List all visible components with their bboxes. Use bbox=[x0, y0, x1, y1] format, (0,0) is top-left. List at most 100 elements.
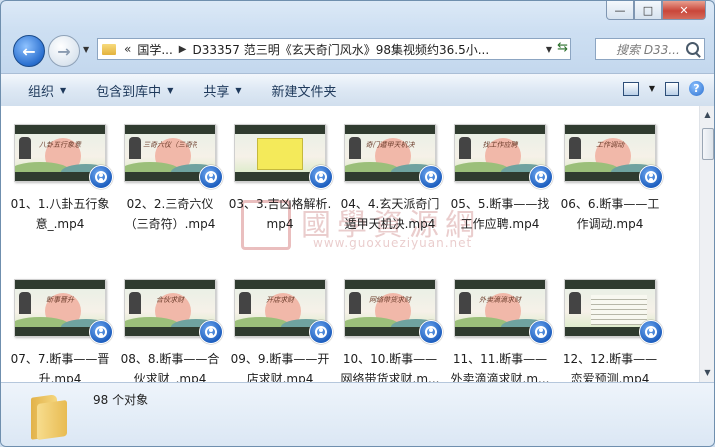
file-item[interactable]: 网络带货求财 10、10.断事——网络带货求财.m... bbox=[338, 279, 443, 382]
back-button[interactable]: ← bbox=[13, 35, 45, 67]
media-player-icon bbox=[639, 165, 663, 189]
file-item[interactable]: 八卦五行象意 01、1.八卦五行象意_.mp4 bbox=[8, 124, 113, 234]
search-icon[interactable] bbox=[686, 42, 699, 55]
close-button[interactable]: ✕ bbox=[662, 1, 706, 20]
forward-arrow-icon: → bbox=[57, 41, 71, 61]
folder-icon bbox=[102, 43, 116, 55]
file-item[interactable]: 03、3.吉凶格解析.mp4 bbox=[228, 124, 333, 234]
thumbnail-title: 三奇六仪（三奇符） bbox=[143, 141, 197, 149]
file-name: 06、6.断事——工作调动.mp4 bbox=[560, 197, 660, 231]
video-thumbnail: 找工作应聘 bbox=[454, 124, 553, 189]
address-bar[interactable]: « 国学... ▶ D33357 范三明《玄天奇门风水》98集视频约36.5小.… bbox=[97, 38, 571, 60]
file-item[interactable]: 12、12.断事——恋爱预测.mp4 bbox=[558, 279, 663, 382]
chevron-right-icon[interactable]: ▶ bbox=[179, 44, 187, 55]
address-dropdown-icon[interactable]: ▼ bbox=[546, 45, 552, 54]
media-player-icon bbox=[199, 320, 223, 344]
media-player-icon bbox=[529, 320, 553, 344]
media-player-icon bbox=[309, 320, 333, 344]
share-menu[interactable]: 共享 ▼ bbox=[203, 81, 241, 100]
thumbnail-title: 八卦五行象意 bbox=[39, 141, 81, 149]
vertical-scrollbar[interactable]: ▲ ▼ bbox=[699, 106, 714, 382]
chevron-down-icon: ▼ bbox=[167, 85, 174, 95]
item-count: 98 个对象 bbox=[93, 393, 149, 407]
file-name: 04、4.玄天派奇门遁甲天机决.mp4 bbox=[340, 197, 440, 231]
thumbnail-title: 奇门遁甲天机决 bbox=[365, 141, 415, 149]
scrollbar-thumb[interactable] bbox=[702, 128, 714, 160]
video-thumbnail: 外卖滴滴求财 bbox=[454, 279, 553, 344]
video-thumbnail bbox=[564, 279, 663, 344]
thumbnail-title: 合伙求财 bbox=[156, 296, 184, 304]
file-name: 09、9.断事——开店求财.mp4 bbox=[230, 352, 330, 382]
scroll-up-arrow-icon[interactable]: ▲ bbox=[701, 107, 714, 123]
forward-button[interactable]: → bbox=[48, 35, 80, 67]
video-thumbnail: 工作调动 bbox=[564, 124, 663, 189]
caption-buttons: — □ ✕ bbox=[606, 1, 706, 20]
scroll-down-arrow-icon[interactable]: ▼ bbox=[701, 365, 714, 381]
media-player-icon bbox=[89, 165, 113, 189]
overflow-chevron[interactable]: « bbox=[124, 42, 131, 56]
new-folder-label: 新建文件夹 bbox=[271, 84, 337, 100]
video-thumbnail: 合伙求财 bbox=[124, 279, 223, 344]
include-in-library-menu[interactable]: 包含到库中 ▼ bbox=[96, 81, 173, 100]
file-item[interactable]: 外卖滴滴求财 11、11.断事——外卖滴滴求财.m... bbox=[448, 279, 553, 382]
file-name: 05、5.断事——找工作应聘.mp4 bbox=[450, 197, 550, 231]
organize-menu[interactable]: 组织 ▼ bbox=[28, 81, 66, 100]
breadcrumb-current-folder[interactable]: D33357 范三明《玄天奇门风水》98集视频约36.5小... bbox=[193, 41, 490, 58]
command-bar: 组织 ▼ 包含到库中 ▼ 共享 ▼ 新建文件夹 ▼ ? bbox=[1, 73, 714, 107]
file-item[interactable]: 开店求财 09、9.断事——开店求财.mp4 bbox=[228, 279, 333, 382]
thumbnail-title: 工作调动 bbox=[596, 141, 624, 149]
thumbnail-title: 找工作应聘 bbox=[482, 141, 518, 149]
search-input[interactable]: 搜索 D33... bbox=[616, 41, 686, 58]
video-thumbnail bbox=[234, 124, 333, 189]
media-player-icon bbox=[639, 320, 663, 344]
back-arrow-icon: ← bbox=[22, 41, 36, 61]
share-label: 共享 bbox=[203, 84, 230, 100]
video-thumbnail: 八卦五行象意 bbox=[14, 124, 113, 189]
file-item[interactable]: 断事晋升 07、7.断事——晋升.mp4 bbox=[8, 279, 113, 382]
organize-label: 组织 bbox=[28, 84, 55, 100]
file-item[interactable]: 奇门遁甲天机决 04、4.玄天派奇门遁甲天机决.mp4 bbox=[338, 124, 443, 234]
help-icon[interactable]: ? bbox=[689, 81, 704, 96]
file-name: 10、10.断事——网络带货求财.m... bbox=[340, 352, 440, 382]
video-thumbnail: 断事晋升 bbox=[14, 279, 113, 344]
file-name: 03、3.吉凶格解析.mp4 bbox=[228, 197, 332, 231]
change-view-icon[interactable] bbox=[622, 81, 639, 96]
search-box[interactable]: 搜索 D33... bbox=[595, 38, 705, 60]
watermark-url: www.guoxueziyuan.net bbox=[313, 236, 473, 250]
video-thumbnail: 三奇六仪（三奇符） bbox=[124, 124, 223, 189]
file-list[interactable]: 國學資源網 www.guoxueziyuan.net 八卦五行象意 01、1.八卦… bbox=[1, 106, 699, 382]
video-thumbnail: 奇门遁甲天机决 bbox=[344, 124, 443, 189]
file-name: 08、8.断事——合伙求财_.mp4 bbox=[120, 352, 220, 382]
file-name: 07、7.断事——晋升.mp4 bbox=[10, 352, 110, 382]
breadcrumb-guoxue[interactable]: 国学... bbox=[137, 41, 172, 58]
video-thumbnail: 开店求财 bbox=[234, 279, 333, 344]
file-item[interactable]: 找工作应聘 05、5.断事——找工作应聘.mp4 bbox=[448, 124, 553, 234]
media-player-icon bbox=[529, 165, 553, 189]
file-name: 12、12.断事——恋爱预测.mp4 bbox=[562, 352, 658, 382]
chevron-down-icon: ▼ bbox=[235, 85, 242, 95]
file-name: 11、11.断事——外卖滴滴求财.m... bbox=[450, 352, 550, 382]
view-options-dropdown-icon[interactable]: ▼ bbox=[649, 84, 655, 93]
file-item[interactable]: 三奇六仪（三奇符） 02、2.三奇六仪（三奇符）.mp4 bbox=[118, 124, 223, 234]
file-name: 02、2.三奇六仪（三奇符）.mp4 bbox=[124, 197, 216, 231]
file-item[interactable]: 合伙求财 08、8.断事——合伙求财_.mp4 bbox=[118, 279, 223, 382]
thumbnail-title: 断事晋升 bbox=[46, 296, 74, 304]
details-pane: 98 个对象 bbox=[1, 382, 714, 446]
media-player-icon bbox=[309, 165, 333, 189]
file-item[interactable]: 工作调动 06、6.断事——工作调动.mp4 bbox=[558, 124, 663, 234]
include-library-label: 包含到库中 bbox=[96, 84, 162, 100]
refresh-button[interactable]: ⇆ bbox=[557, 40, 568, 55]
preview-pane-icon[interactable] bbox=[665, 81, 679, 96]
recent-pages-dropdown[interactable]: ▼ bbox=[83, 45, 89, 54]
minimize-button[interactable]: — bbox=[606, 1, 634, 20]
explorer-window: — □ ✕ ← → ▼ « 国学... ▶ D33357 范三明《玄天奇门风水》… bbox=[0, 0, 715, 447]
media-player-icon bbox=[419, 165, 443, 189]
maximize-button[interactable]: □ bbox=[634, 1, 662, 20]
folder-icon bbox=[31, 392, 71, 441]
media-player-icon bbox=[89, 320, 113, 344]
thumbnail-title: 开店求财 bbox=[266, 296, 294, 304]
new-folder-button[interactable]: 新建文件夹 bbox=[272, 81, 337, 100]
media-player-icon bbox=[419, 320, 443, 344]
navigation-bar: ← → ▼ « 国学... ▶ D33357 范三明《玄天奇门风水》98集视频约… bbox=[1, 32, 714, 70]
thumbnail-title: 网络带货求财 bbox=[369, 296, 411, 304]
